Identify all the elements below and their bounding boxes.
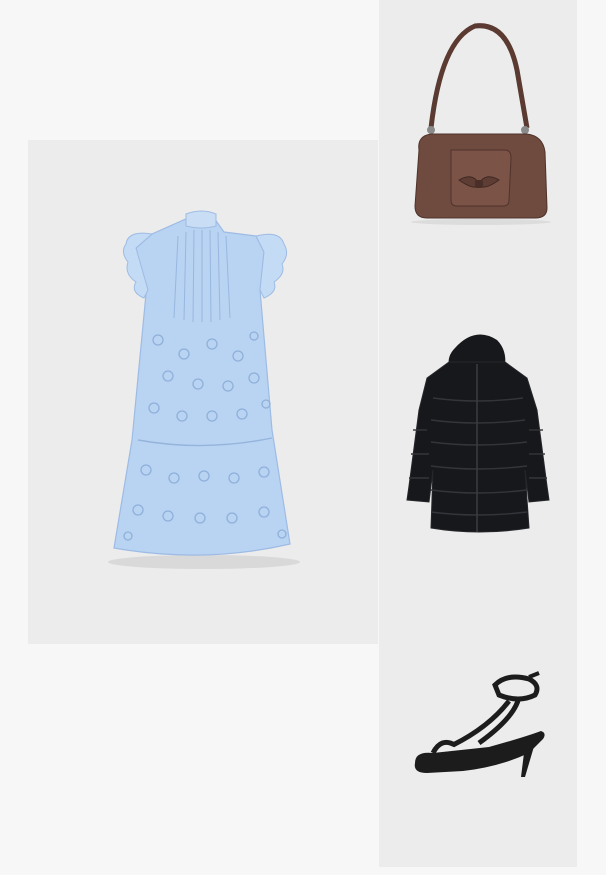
product-tile-bag[interactable] <box>379 0 577 290</box>
product-tile-heel[interactable] <box>379 577 577 867</box>
dress-image <box>108 210 300 569</box>
shoulder-bag-image <box>411 23 551 225</box>
product-tile-coat[interactable] <box>379 290 577 577</box>
product-tile-dress[interactable] <box>28 140 378 644</box>
strappy-heel-sandal-image <box>414 671 545 777</box>
puffer-coat-image <box>406 334 550 533</box>
